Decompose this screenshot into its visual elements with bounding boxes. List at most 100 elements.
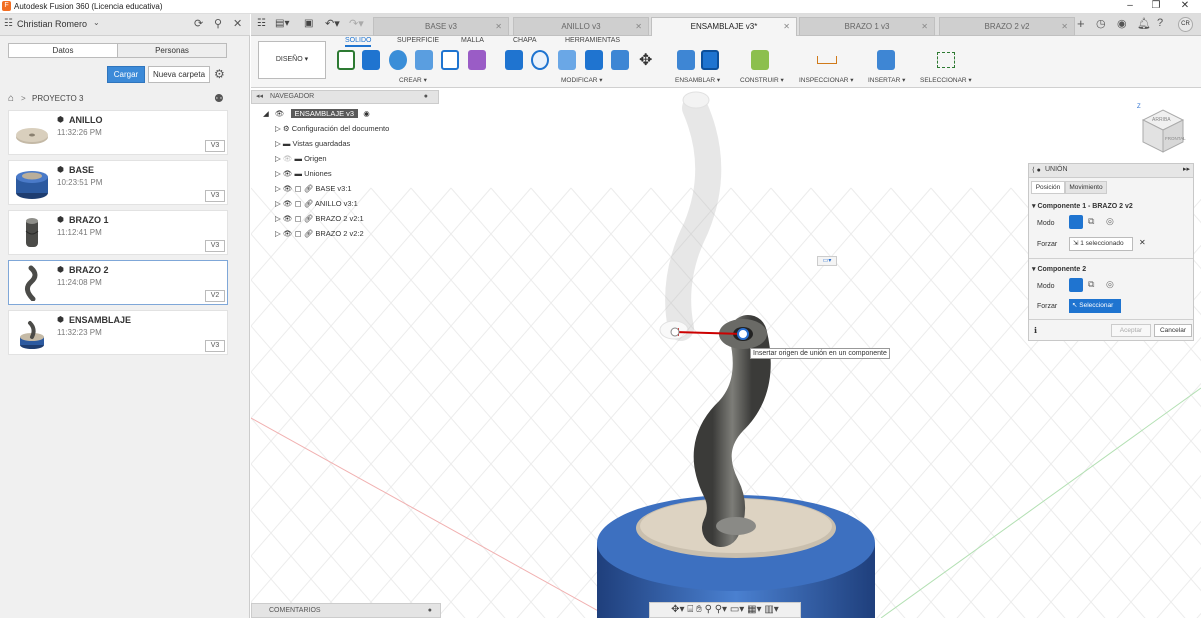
breadcrumb-project[interactable]: PROYECTO 3: [32, 94, 83, 103]
display-settings-icon[interactable]: ▭▾: [817, 256, 837, 266]
close-tab-icon[interactable]: ✕: [1061, 18, 1068, 35]
expand-icon[interactable]: ▷: [275, 199, 281, 208]
group-seleccionar[interactable]: SELECCIONAR ▾: [920, 76, 972, 84]
ok-button[interactable]: Aceptar: [1111, 324, 1151, 337]
component-1-header[interactable]: ▾ Componente 1 - BRAZO 2 v2: [1032, 202, 1133, 210]
comments-bar[interactable]: COMENTARIOS ●: [251, 603, 441, 618]
zoom-icon[interactable]: ⚲: [705, 604, 712, 615]
home-icon[interactable]: ⌂: [8, 93, 14, 104]
tab-datos[interactable]: Datos: [8, 43, 118, 58]
extensions-icon[interactable]: ◷: [1096, 17, 1106, 30]
nav-item-joints[interactable]: ▷ 👁︎ ▬ Uniones: [275, 167, 332, 181]
visibility-eye-icon[interactable]: 👁︎: [283, 184, 293, 193]
viewports-icon[interactable]: ▥▾: [764, 604, 778, 615]
navigator-header[interactable]: ◂◂ NAVEGADOR ●: [251, 90, 439, 104]
viewcube[interactable]: ARRIBA FRONTAL Z: [1135, 100, 1191, 156]
file-card-anillo[interactable]: ⬢ ANILLO 11:32:26 PM V3: [8, 110, 228, 155]
move-icon[interactable]: ✥: [639, 50, 652, 70]
nav-item-origin[interactable]: ▷ 👁︎ ▬ Origen: [275, 152, 327, 166]
joint-icon[interactable]: [701, 50, 719, 70]
tab-ensamblaje[interactable]: ENSAMBLAJE v3* ✕: [651, 17, 797, 36]
mode-hole-icon[interactable]: ◎: [1106, 279, 1114, 290]
close-button[interactable]: ✕: [1172, 0, 1198, 11]
version-badge[interactable]: V3: [205, 190, 225, 202]
display-mode-icon[interactable]: ▭▾: [730, 604, 744, 615]
maximize-button[interactable]: ❐: [1143, 0, 1169, 11]
expand-icon[interactable]: ▷: [275, 124, 281, 133]
component-2-header[interactable]: ▾ Componente 2: [1032, 265, 1086, 273]
new-folder-button[interactable]: Nueva carpeta: [148, 66, 210, 83]
pin-icon[interactable]: ●: [428, 604, 432, 617]
version-badge[interactable]: V3: [205, 140, 225, 152]
expand-icon[interactable]: ▷: [275, 169, 281, 178]
nav-item-saved-views[interactable]: ▷ ▬ Vistas guardadas: [275, 137, 350, 151]
close-tab-icon[interactable]: ✕: [635, 18, 642, 35]
new-component-icon[interactable]: [677, 50, 695, 70]
visibility-eye-icon[interactable]: 👁︎: [283, 229, 293, 238]
close-panel-icon[interactable]: ✕: [233, 17, 242, 30]
upload-button[interactable]: Cargar: [107, 66, 145, 83]
tab-personas[interactable]: Personas: [117, 43, 227, 58]
group-insertar[interactable]: INSERTAR ▾: [868, 76, 905, 84]
new-tab-icon[interactable]: +: [1077, 16, 1085, 31]
search-icon[interactable]: ⚲: [214, 17, 222, 30]
fit-icon[interactable]: ⚲▾: [715, 604, 727, 615]
version-badge[interactable]: V3: [205, 240, 225, 252]
ribbon-tab-herramientas[interactable]: HERRAMIENTAS: [565, 37, 620, 44]
save-icon[interactable]: ▣: [304, 18, 313, 29]
group-construir[interactable]: CONSTRUIR ▾: [740, 76, 784, 84]
ribbon-tab-superficie[interactable]: SUPERFICIE: [397, 37, 439, 44]
ribbon-tab-chapa[interactable]: CHAPA: [513, 37, 537, 44]
visibility-eye-icon[interactable]: 👁︎: [275, 109, 285, 118]
group-crear[interactable]: CREAR ▾: [399, 76, 427, 84]
create-sketch-icon[interactable]: [337, 50, 355, 70]
tab-anillo[interactable]: ANILLO v3 ✕: [513, 17, 649, 36]
redo-icon[interactable]: ↷▾: [349, 17, 364, 30]
nav-item-brazo-2-1[interactable]: ▷ 👁︎ ▢ 🔗︎ BRAZO 2 v2:1: [275, 212, 364, 226]
navigator-root[interactable]: ◢ 👁︎ ENSAMBLAJE v3 ◉: [263, 107, 370, 121]
grid-settings-icon[interactable]: ▦▾: [747, 604, 761, 615]
tab-brazo-1[interactable]: BRAZO 1 v3 ✕: [799, 17, 935, 36]
version-badge[interactable]: V3: [205, 340, 225, 352]
undo-icon[interactable]: ↶▾: [325, 17, 340, 30]
visibility-eye-icon[interactable]: 👁︎: [283, 214, 293, 223]
measure-icon[interactable]: [817, 56, 837, 64]
nav-item-base[interactable]: ▷ 👁︎ ▢ 🔗︎ BASE v3:1: [275, 182, 352, 196]
canvas-viewport[interactable]: ◂◂ NAVEGADOR ● ◢ 👁︎ ENSAMBLAJE v3 ◉ ▷ ⚙ …: [251, 88, 1201, 618]
split-icon[interactable]: [611, 50, 629, 70]
grid-icon[interactable]: ☷: [4, 18, 13, 29]
expand-icon[interactable]: ◢: [263, 109, 269, 118]
clear-selection-icon[interactable]: ✕: [1139, 238, 1146, 247]
component-2-select-button[interactable]: ↖ Seleccionar: [1069, 299, 1121, 313]
form-icon[interactable]: [468, 50, 486, 70]
file-card-brazo-2[interactable]: ⬢ BRAZO 2 11:24:08 PM V2: [8, 260, 228, 305]
press-pull-icon[interactable]: [505, 50, 523, 70]
group-modificar[interactable]: MODIFICAR ▾: [561, 76, 603, 84]
expand-icon[interactable]: ▷: [275, 154, 281, 163]
loft-icon[interactable]: [441, 50, 459, 70]
close-tab-icon[interactable]: ✕: [495, 18, 502, 35]
file-menu-icon[interactable]: ▤▾: [275, 18, 289, 29]
ribbon-tab-malla[interactable]: MALLA: [461, 37, 484, 44]
chevron-down-icon[interactable]: ⌄: [93, 18, 100, 27]
version-badge[interactable]: V2: [205, 290, 225, 302]
info-icon[interactable]: ℹ: [1034, 326, 1037, 335]
expand-icon[interactable]: ▷: [275, 214, 281, 223]
ribbon-tab-solido[interactable]: SOLIDO: [345, 37, 372, 47]
file-card-base[interactable]: ⬢ BASE 10:23:51 PM V3: [8, 160, 228, 205]
tab-movimiento[interactable]: Movimiento: [1065, 181, 1107, 194]
joint-origin-marker[interactable]: [737, 328, 749, 340]
nav-item-document-settings[interactable]: ▷ ⚙ Configuración del documento: [275, 122, 389, 136]
close-tab-icon[interactable]: ✕: [921, 18, 928, 35]
sweep-icon[interactable]: [415, 50, 433, 70]
joint-dialog-header[interactable]: ⟨ ● UNIÓN ▸▸: [1029, 164, 1193, 178]
pan-icon[interactable]: ✋︎: [696, 604, 702, 615]
notifications-icon[interactable]: 🔔︎: [1137, 17, 1151, 30]
people-icon[interactable]: ⚉: [214, 92, 224, 105]
tab-posicion[interactable]: Posición: [1031, 181, 1065, 194]
tab-base[interactable]: BASE v3 ✕: [373, 17, 509, 36]
group-ensamblar[interactable]: ENSAMBLAR ▾: [675, 76, 720, 84]
app-grid-icon[interactable]: ☷: [257, 18, 266, 29]
help-icon[interactable]: ?: [1157, 17, 1163, 29]
expand-dialog-icon[interactable]: ▸▸: [1183, 165, 1190, 173]
